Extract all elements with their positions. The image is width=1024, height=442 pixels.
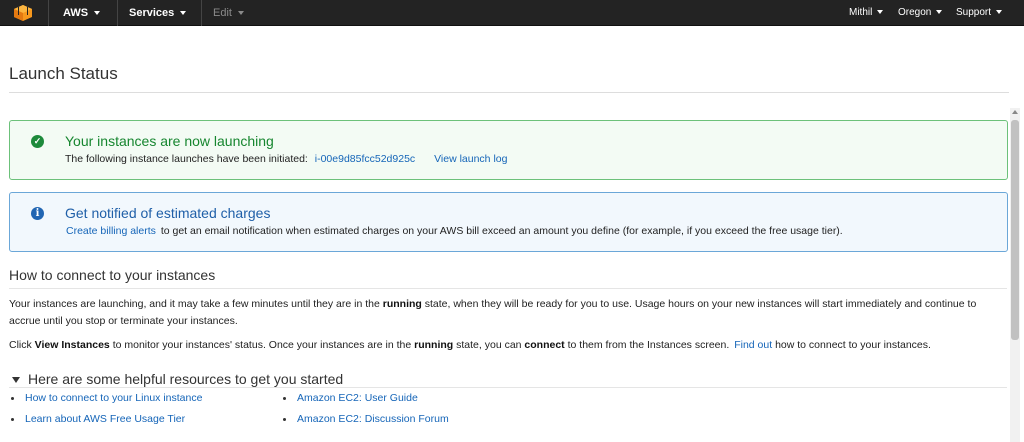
user-menu-label: Mithil xyxy=(849,7,873,18)
alert-text-prefix: The following instance launches have bee… xyxy=(65,153,308,165)
discussion-forum-link[interactable]: Amazon EC2: Discussion Forum xyxy=(297,413,449,425)
support-menu-label: Support xyxy=(956,7,992,18)
text-segment: state, you can xyxy=(456,339,522,351)
alert-text: The following instance launches have bee… xyxy=(65,153,507,165)
chevron-down-icon xyxy=(996,10,1003,15)
nav-divider xyxy=(117,0,118,26)
nav-divider xyxy=(48,0,49,26)
bullet-icon xyxy=(283,396,286,400)
info-circle-icon: i xyxy=(31,207,44,220)
page-title: Launch Status xyxy=(9,64,118,83)
bullet-icon xyxy=(283,417,286,421)
aws-cube-icon[interactable] xyxy=(12,4,34,22)
aws-menu-label: AWS xyxy=(63,7,89,19)
list-item: Amazon EC2: User Guide xyxy=(283,392,418,404)
nav-divider xyxy=(201,0,202,26)
edit-menu[interactable]: Edit xyxy=(213,0,244,26)
aws-menu[interactable]: AWS xyxy=(63,0,101,26)
scroll-up-arrow-icon[interactable] xyxy=(1012,110,1018,114)
scrollbar-thumb[interactable] xyxy=(1011,120,1019,340)
services-menu[interactable]: Services xyxy=(129,0,187,26)
alert-text-suffix: to get an email notification when estima… xyxy=(160,225,843,237)
text-segment: Click xyxy=(9,339,32,351)
bullet-icon xyxy=(11,417,14,421)
user-guide-link[interactable]: Amazon EC2: User Guide xyxy=(297,392,418,404)
instance-id-link[interactable]: i-00e9d85fcc52d925c xyxy=(315,153,415,165)
section-divider xyxy=(9,288,1007,289)
chevron-down-icon xyxy=(936,10,943,15)
resources-divider xyxy=(9,387,1007,388)
launch-success-alert: ✓ Your instances are now launching The f… xyxy=(9,120,1008,180)
text-segment: to them from the Instances screen. xyxy=(567,339,730,351)
text-segment: Your instances are launching, and it may… xyxy=(9,298,380,310)
bold-connect: connect xyxy=(524,339,565,351)
alert-text: Create billing alerts to get an email no… xyxy=(66,225,843,237)
find-out-link[interactable]: Find out xyxy=(734,339,772,351)
region-menu[interactable]: Oregon xyxy=(898,0,943,26)
section-heading-connect: How to connect to your instances xyxy=(9,267,216,283)
bold-running: running xyxy=(414,339,454,351)
paragraph-view-instances: Click View Instances to monitor your ins… xyxy=(9,337,1007,354)
linux-connect-link[interactable]: How to connect to your Linux instance xyxy=(25,392,202,404)
services-menu-label: Services xyxy=(129,7,175,19)
support-menu[interactable]: Support xyxy=(956,0,1003,26)
check-circle-icon: ✓ xyxy=(31,135,44,148)
alert-title: Get notified of estimated charges xyxy=(65,205,271,221)
text-segment: how to connect to your instances. xyxy=(775,339,931,351)
text-segment: to monitor your instances' status. Once … xyxy=(112,339,412,351)
edit-menu-label: Edit xyxy=(213,7,232,19)
chevron-down-icon xyxy=(237,11,244,16)
billing-info-alert: i Get notified of estimated charges Crea… xyxy=(9,192,1008,252)
chevron-down-icon xyxy=(94,11,101,16)
top-navigation-bar: AWS Services Edit Mithil Oregon Support xyxy=(0,0,1024,26)
alert-title: Your instances are now launching xyxy=(65,133,274,149)
bold-view-instances: View Instances xyxy=(34,339,110,351)
title-divider xyxy=(9,92,1009,93)
list-item: Learn about AWS Free Usage Tier xyxy=(11,413,185,425)
view-launch-log-link[interactable]: View launch log xyxy=(434,153,507,165)
user-menu[interactable]: Mithil xyxy=(849,0,884,26)
bold-running: running xyxy=(382,298,422,310)
list-item: Amazon EC2: Discussion Forum xyxy=(283,413,449,425)
paragraph-launching-info: Your instances are launching, and it may… xyxy=(9,296,1007,330)
chevron-down-icon xyxy=(180,11,187,16)
region-menu-label: Oregon xyxy=(898,7,932,18)
chevron-down-icon xyxy=(877,10,884,15)
list-item: How to connect to your Linux instance xyxy=(11,392,202,404)
resources-toggle[interactable]: Here are some helpful resources to get y… xyxy=(12,371,343,387)
collapse-triangle-icon xyxy=(12,377,20,384)
create-billing-alerts-link[interactable]: Create billing alerts xyxy=(66,225,156,237)
free-tier-link[interactable]: Learn about AWS Free Usage Tier xyxy=(25,413,185,425)
resources-heading-label: Here are some helpful resources to get y… xyxy=(28,371,344,387)
bullet-icon xyxy=(11,396,14,400)
